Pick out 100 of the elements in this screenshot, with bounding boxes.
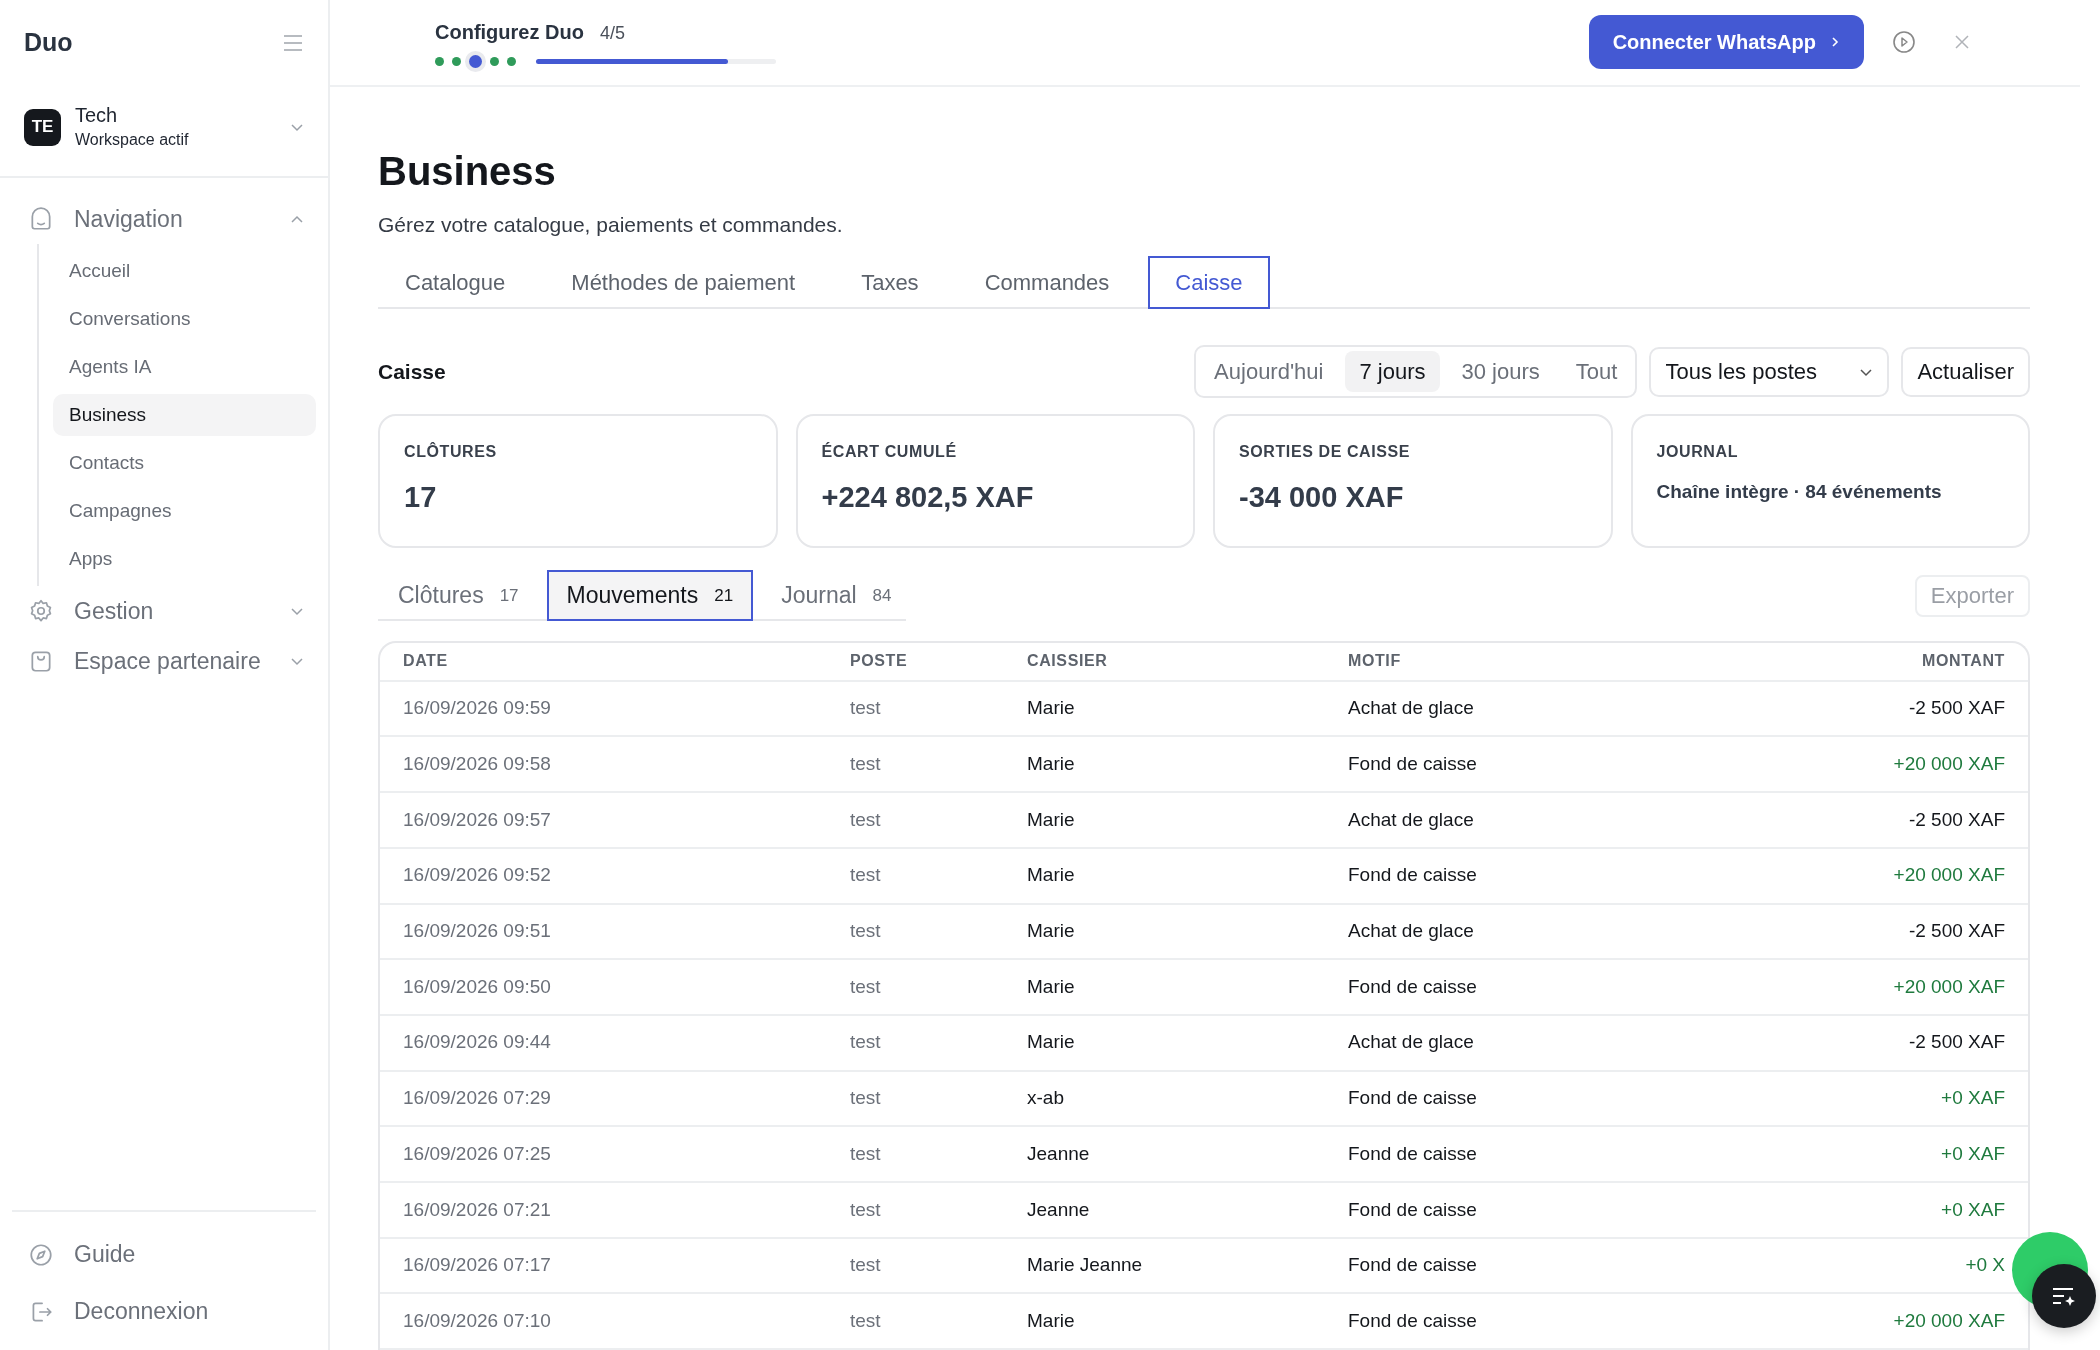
table-cell: test	[827, 736, 1004, 793]
connect-button[interactable]: Connecter WhatsApp	[1588, 15, 1864, 70]
period-option[interactable]: Aujourd'hui	[1200, 351, 1338, 393]
amount-cell: -2 500 XAF	[1705, 792, 2028, 848]
sidebar-item[interactable]: Contacts	[53, 442, 316, 484]
table-cell: 16/09/2026 09:59	[380, 680, 827, 737]
play-icon[interactable]	[1892, 30, 1916, 55]
amount-cell: +20 000 XAF	[1705, 847, 2028, 904]
table-cell: Marie	[1004, 959, 1325, 1015]
stat-label: ÉCART CUMULÉ	[821, 441, 958, 463]
table-cell: test	[827, 1237, 1004, 1294]
nav-group[interactable]: Espace partenaire	[0, 636, 328, 686]
tab-count: 84	[872, 584, 892, 607]
table-cell: 16/09/2026 09:58	[380, 736, 827, 793]
table-cell: 16/09/2026 07:21	[380, 1181, 827, 1238]
workspace-switcher[interactable]: TE Tech Workspace actif	[0, 86, 328, 178]
table-cell: Marie Jeanne	[1004, 1237, 1325, 1294]
stat-value: -34 000 XAF	[1239, 480, 1405, 516]
nav-group[interactable]: Gestion	[0, 586, 328, 636]
refresh-button[interactable]: Actualiser	[1901, 346, 2030, 397]
table-cell: 16/09/2026 09:50	[380, 959, 827, 1015]
table-cell: 16/09/2026 07:17	[380, 1237, 827, 1294]
table-cell: test	[827, 1126, 1004, 1182]
tab[interactable]: Commandes	[957, 256, 1137, 310]
amount-cell: +20 000 XAF	[1705, 959, 2028, 1015]
table-cell: 16/09/2026 07:25	[380, 1126, 827, 1182]
sidebar-link[interactable]: Guide	[12, 1226, 316, 1283]
sidebar-link[interactable]: Deconnexion	[12, 1283, 316, 1340]
menu-icon[interactable]	[282, 34, 304, 52]
table-cell: Fond de caisse	[1325, 1126, 1705, 1182]
amount-cell: +0 XAF	[1705, 1070, 2028, 1127]
amount-cell: +0 XAF	[1705, 1126, 2028, 1182]
tab[interactable]: Clôtures 17	[378, 570, 539, 621]
nav-group[interactable]: Navigation	[0, 194, 328, 244]
tab[interactable]: Taxes	[834, 256, 946, 310]
table-cell: test	[827, 792, 1004, 848]
tab[interactable]: Méthodes de paiement	[544, 256, 823, 310]
sidebar-item[interactable]: Campagnes	[53, 490, 316, 532]
period-option[interactable]: 7 jours	[1345, 351, 1440, 393]
table-cell: Jeanne	[1004, 1181, 1325, 1238]
table-cell: Fond de caisse	[1325, 1181, 1705, 1238]
sidebar-item[interactable]: Conversations	[53, 298, 316, 340]
table-cell: test	[827, 1070, 1004, 1127]
amount-cell: +20 000 XAF	[1705, 736, 2028, 793]
table-cell: x-ab	[1004, 1070, 1325, 1127]
table-cell: Jeanne	[1004, 1126, 1325, 1182]
sidebar-item[interactable]: Apps	[53, 538, 316, 580]
table-cell: Marie	[1004, 847, 1325, 904]
table-cell: Fond de caisse	[1325, 1070, 1705, 1127]
table-cell: test	[827, 847, 1004, 904]
table-cell: test	[827, 1293, 1004, 1349]
sidebar-item[interactable]: Business	[53, 394, 316, 436]
bag-icon	[28, 648, 54, 674]
table-cell: test	[827, 959, 1004, 1015]
table-cell: Fond de caisse	[1325, 959, 1705, 1015]
page-subtitle: Gérez votre catalogue, paiements et commandes.	[378, 211, 844, 238]
table-cell: test	[827, 680, 1004, 737]
stat-label: CLÔTURES	[404, 441, 498, 463]
table-cell: 16/09/2026 09:57	[380, 792, 827, 848]
tab-count: 17	[499, 584, 519, 607]
sidebar-item[interactable]: Agents IA	[53, 346, 316, 388]
table-cell: Fond de caisse	[1325, 1237, 1705, 1294]
period-option[interactable]: Tout	[1561, 351, 1632, 393]
stat-value: Chaîne intègre · 84 événements	[1656, 480, 1943, 505]
table-cell: Achat de glace	[1325, 680, 1705, 737]
tab[interactable]: Catalogue	[378, 256, 533, 310]
step-counter: 4/5	[599, 21, 625, 45]
brand-name: Duo	[24, 27, 73, 59]
table-cell: Fond de caisse	[1325, 736, 1705, 793]
workspace-status: Workspace actif	[75, 130, 190, 150]
home-icon	[28, 206, 54, 232]
table-cell: 16/09/2026 07:10	[380, 1293, 827, 1349]
table-cell: test	[827, 903, 1004, 960]
close-icon[interactable]	[1954, 34, 1970, 51]
table-cell: test	[827, 1014, 1004, 1071]
column-header: MONTANT	[1705, 642, 2028, 681]
tab[interactable]: Journal 84	[761, 570, 912, 621]
column-header: MOTIF	[1325, 642, 1705, 681]
tab[interactable]: Mouvements 21	[546, 570, 754, 621]
tab[interactable]: Caisse	[1148, 256, 1270, 310]
column-header: DATE	[380, 642, 827, 681]
table-cell: test	[827, 1181, 1004, 1238]
compass-icon	[28, 1241, 54, 1268]
page-title: Business	[378, 147, 557, 195]
table-cell: Marie	[1004, 1014, 1325, 1071]
stat-label: JOURNAL	[1656, 442, 1740, 463]
amount-cell: +0 XAF	[1705, 1181, 2028, 1238]
workspace-name: Tech	[75, 103, 119, 128]
sidebar-item[interactable]: Accueil	[53, 250, 316, 292]
table-cell: Fond de caisse	[1325, 847, 1705, 904]
table-cell: 16/09/2026 07:29	[380, 1070, 827, 1127]
column-header: CAISSIER	[1004, 642, 1325, 681]
workspace-avatar: TE	[24, 108, 61, 146]
table-cell: Marie	[1004, 903, 1325, 960]
table-cell: 16/09/2026 09:52	[380, 847, 827, 904]
period-option[interactable]: 30 jours	[1447, 351, 1554, 393]
amount-cell: -2 500 XAF	[1705, 680, 2028, 737]
table-cell: Marie	[1004, 680, 1325, 737]
post-select[interactable]: Tous les postes	[1649, 346, 1890, 397]
table-cell: Fond de caisse	[1325, 1293, 1705, 1349]
